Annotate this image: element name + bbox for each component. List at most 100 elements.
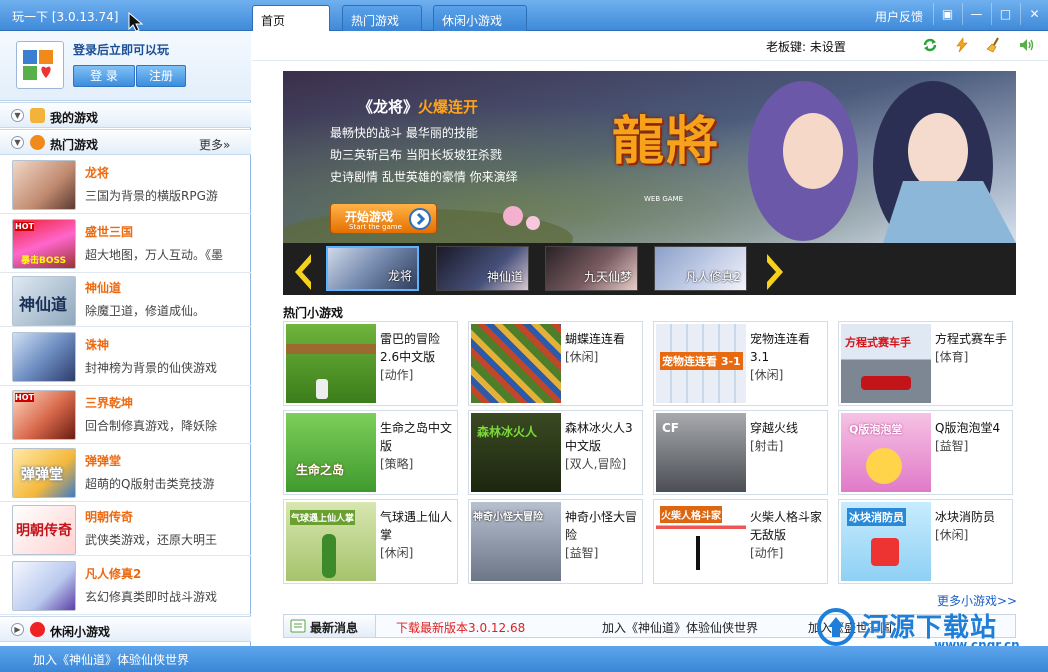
- game-name: 三界乾坤: [85, 396, 134, 410]
- sidebar-game-dandantang[interactable]: 弹弹堂 弹弹堂 超萌的Q版射击类竞技游: [0, 444, 251, 502]
- carousel-thumb[interactable]: 龙将: [326, 246, 419, 291]
- news-item[interactable]: 下载最新版本3.0.12.68: [396, 619, 525, 636]
- mini-game-name[interactable]: Q版泡泡堂4: [935, 421, 1000, 435]
- mini-game-card[interactable]: 气球遇上仙人掌 气球遇上仙人掌 [休闲]: [283, 499, 458, 584]
- mini-game-card[interactable]: 方程式赛车手 方程式赛车手 [体育]: [838, 321, 1013, 406]
- mini-game-name[interactable]: 森林冰火人3中文版: [565, 421, 633, 453]
- tab-home[interactable]: 首页: [252, 5, 330, 31]
- tab-casual-games[interactable]: 休闲小游戏: [433, 5, 527, 31]
- mini-game-card[interactable]: 神奇小怪大冒险 神奇小怪大冒险 [益智]: [468, 499, 643, 584]
- status-text[interactable]: 加入《神仙道》体验仙侠世界: [33, 651, 189, 668]
- mini-game-image: [286, 324, 376, 403]
- mini-game-tag[interactable]: [益智]: [935, 439, 968, 453]
- mini-game-card[interactable]: Q版泡泡堂 Q版泡泡堂4 [益智]: [838, 410, 1013, 495]
- mini-game-text: 宠物连连看3.1 [休闲]: [750, 330, 826, 384]
- game-thumb: [12, 160, 76, 210]
- feedback-link[interactable]: 用户反馈: [875, 8, 923, 25]
- mini-game-tag[interactable]: [双人,冒险]: [565, 457, 626, 471]
- minimize-icon[interactable]: —: [962, 3, 990, 25]
- mini-game-name[interactable]: 雷巴的冒险2.6中文版: [380, 332, 440, 364]
- mini-game-tag[interactable]: [射击]: [750, 439, 783, 453]
- game-thumb: [12, 561, 76, 611]
- sidebar-game-shenxiandao[interactable]: 神仙道 神仙道 除魔卫道，修道成仙。: [0, 273, 251, 327]
- speaker-icon[interactable]: [1018, 37, 1034, 53]
- mini-game-card[interactable]: 冰块消防员 冰块消防员 [休闲]: [838, 499, 1013, 584]
- mini-game-name[interactable]: 穿越火线: [750, 421, 798, 435]
- mini-game-tag[interactable]: [动作]: [750, 546, 783, 560]
- news-item[interactable]: 加入《神仙道》体验仙侠世界: [602, 619, 758, 636]
- mini-image-caption: 冰块消防员: [847, 508, 906, 526]
- mini-game-image: [471, 324, 561, 403]
- mini-game-tag[interactable]: [休闲]: [935, 528, 968, 542]
- mini-game-tag[interactable]: [体育]: [935, 350, 968, 364]
- mini-game-text: Q版泡泡堂4 [益智]: [935, 419, 1011, 455]
- sidebar-game-longjiang[interactable]: 龙将 三国为背景的横版RPG游: [0, 155, 251, 214]
- sidebar-game-mingchaochuanqi[interactable]: 明朝传奇 明朝传奇 武侠类游戏，还原大明王: [0, 502, 251, 556]
- carousel-thumb-label: 凡人修真2: [685, 270, 741, 284]
- mini-image-caption: 神奇小怪大冒险: [473, 512, 543, 523]
- mini-game-text: 雷巴的冒险2.6中文版 [动作]: [380, 330, 456, 384]
- mini-game-card[interactable]: CF 穿越火线 [射击]: [653, 410, 828, 495]
- more-hot-games-link[interactable]: 更多»: [199, 136, 230, 153]
- mini-image-caption: 气球遇上仙人掌: [290, 510, 356, 525]
- mini-game-card[interactable]: 雷巴的冒险2.6中文版 [动作]: [283, 321, 458, 406]
- app-title: 玩一下 [3.0.13.74]: [12, 10, 119, 24]
- mini-game-tag[interactable]: [益智]: [565, 546, 598, 560]
- boss-key-setting[interactable]: 老板键: 未设置: [766, 38, 846, 55]
- carousel-next-icon[interactable]: [763, 252, 787, 292]
- mini-game-name[interactable]: 神奇小怪大冒险: [565, 510, 637, 542]
- mini-game-tag[interactable]: [动作]: [380, 368, 413, 382]
- maximize-icon[interactable]: □: [991, 3, 1019, 25]
- carousel-thumb[interactable]: 凡人修真2: [654, 246, 747, 291]
- carousel-thumb[interactable]: 九天仙梦: [545, 246, 638, 291]
- title-bar: 玩一下 [3.0.13.74] 首页 热门游戏 休闲小游戏 用户反馈 ▣ — □…: [0, 0, 1048, 32]
- mini-game-name[interactable]: 宠物连连看3.1: [750, 332, 810, 364]
- mini-game-name[interactable]: 火柴人格斗家无敌版: [750, 510, 822, 542]
- mini-game-card[interactable]: 生命之岛 生命之岛中文版 [策略]: [283, 410, 458, 495]
- game-name: 龙将: [85, 166, 110, 180]
- mini-game-tag[interactable]: [策略]: [380, 457, 413, 471]
- sidebar-game-zhushen[interactable]: 诛神 封神榜为背景的仙侠游戏: [0, 327, 251, 386]
- tab-hot-games[interactable]: 热门游戏: [342, 5, 422, 31]
- mini-game-tag[interactable]: [休闲]: [565, 350, 598, 364]
- mini-game-card[interactable]: 森林冰火人 森林冰火人3中文版 [双人,冒险]: [468, 410, 643, 495]
- expand-icon[interactable]: ▶: [11, 623, 24, 636]
- close-icon[interactable]: ✕: [1020, 3, 1048, 25]
- sidebar-game-shengshisanguo[interactable]: HOT 暴击BOSS 盛世三国 超大地图，万人互动。《墨: [0, 214, 251, 273]
- refresh-icon[interactable]: [922, 37, 938, 53]
- game-thumb: 明朝传奇: [12, 505, 76, 555]
- mini-game-image: 方程式赛车手: [841, 324, 931, 403]
- mini-game-card[interactable]: 火柴人格斗家 火柴人格斗家无敌版 [动作]: [653, 499, 828, 584]
- banner-line: 助三英斩吕布 当阳长坂坡狂杀戮: [330, 148, 502, 162]
- lightning-icon[interactable]: [954, 37, 970, 53]
- mini-game-card[interactable]: 宠物连连看 3-1 宠物连连看3.1 [休闲]: [653, 321, 828, 406]
- my-games-header[interactable]: ▼ 我的游戏: [0, 102, 251, 128]
- mini-game-tag[interactable]: [休闲]: [380, 546, 413, 560]
- mini-game-name[interactable]: 生命之岛中文版: [380, 421, 452, 453]
- mini-game-name[interactable]: 气球遇上仙人掌: [380, 510, 452, 542]
- mini-game-card[interactable]: 蝴蝶连连看 [休闲]: [468, 321, 643, 406]
- start-game-button[interactable]: 开始游戏 Start the game: [330, 203, 437, 234]
- mini-game-name[interactable]: 冰块消防员: [935, 510, 995, 524]
- sidebar-game-sanjieqiankun[interactable]: HOT 三界乾坤 回合制修真游戏，降妖除: [0, 386, 251, 444]
- mini-game-name[interactable]: 方程式赛车手: [935, 332, 1007, 346]
- broom-icon[interactable]: [986, 37, 1002, 53]
- sidebar-game-fanrenxiuzhen2[interactable]: 凡人修真2 玄幻修真类即时战斗游戏: [0, 556, 251, 615]
- casual-icon: [30, 622, 45, 637]
- mini-game-name[interactable]: 蝴蝶连连看: [565, 332, 625, 346]
- mini-game-tag[interactable]: [休闲]: [750, 368, 783, 382]
- hot-games-header[interactable]: ▼ 热门游戏 更多»: [0, 129, 251, 155]
- collapse-icon[interactable]: ▼: [11, 136, 24, 149]
- register-button[interactable]: 注册: [136, 65, 186, 87]
- game-desc: 超萌的Q版射击类竞技游: [85, 477, 215, 491]
- login-button[interactable]: 登 录: [73, 65, 135, 87]
- banner-logo: 龍將 WEB GAME: [608, 89, 748, 209]
- mini-game-image: 森林冰火人: [471, 413, 561, 492]
- start-game-sublabel: Start the game: [349, 223, 402, 231]
- carousel-thumb[interactable]: 神仙道: [436, 246, 529, 291]
- casual-games-header[interactable]: ▶ 休闲小游戏: [0, 616, 251, 642]
- game-desc: 武侠类游戏，还原大明王: [85, 533, 218, 547]
- restore-icon[interactable]: ▣: [933, 3, 961, 25]
- carousel-prev-icon[interactable]: [291, 252, 315, 292]
- collapse-icon[interactable]: ▼: [11, 109, 24, 122]
